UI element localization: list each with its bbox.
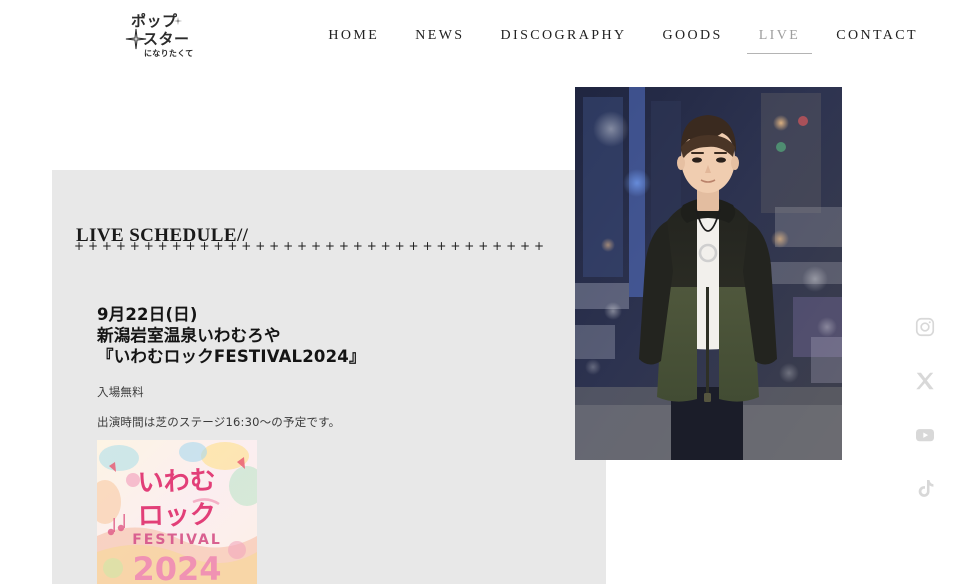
event-name: 『いわむロックFESTIVAL2024』	[97, 347, 366, 366]
event-venue: 新潟岩室温泉いわむろや	[97, 326, 281, 345]
plus-glyph: +	[115, 239, 126, 253]
plus-glyph: +	[157, 239, 168, 253]
svg-text:ロック: ロック	[138, 500, 217, 531]
nav-item-live[interactable]: LIVE	[741, 28, 818, 54]
plus-glyph: +	[464, 239, 475, 253]
plus-glyph: +	[297, 239, 308, 253]
youtube-icon[interactable]	[914, 424, 936, 446]
nav-item-news[interactable]: NEWS	[397, 28, 482, 54]
plus-glyph: +	[436, 239, 447, 253]
plus-glyph: +	[506, 239, 517, 253]
plus-glyph: +	[269, 239, 280, 253]
plus-glyph: +	[366, 239, 377, 253]
plus-glyph: +	[478, 239, 489, 253]
plus-glyph: +	[87, 239, 98, 253]
plus-glyph: +	[324, 239, 335, 253]
plus-glyph: +	[129, 239, 140, 253]
plus-glyph: +	[255, 239, 266, 253]
plus-glyph: +	[74, 239, 85, 253]
site-header: ポップ スター になりたくて HOME NEWS DISCOGRAPHY GOO…	[0, 0, 960, 80]
page-root: ポップ スター になりたくて HOME NEWS DISCOGRAPHY GOO…	[0, 0, 960, 584]
plus-glyph: +	[143, 239, 154, 253]
nav-item-contact[interactable]: CONTACT	[818, 28, 936, 54]
plus-glyph: +	[520, 239, 531, 253]
plus-glyph: +	[408, 239, 419, 253]
svg-text:FESTIVAL: FESTIVAL	[132, 532, 222, 548]
tiktok-icon[interactable]	[914, 478, 936, 500]
logo-text-line1: ポップ	[131, 12, 178, 30]
plus-glyph: +	[450, 239, 461, 253]
x-twitter-icon[interactable]	[914, 370, 936, 392]
plus-divider: + + + + + + + + + + + + + + + + + + + + + + + + + + + + + + + + + +	[74, 240, 544, 252]
event-poster-image[interactable]: いわむ ロック FESTIVAL 2024	[97, 440, 257, 584]
plus-glyph: +	[283, 239, 294, 253]
plus-glyph: +	[185, 239, 196, 253]
nav-item-home[interactable]: HOME	[310, 28, 397, 54]
artist-photo	[575, 87, 842, 460]
poster-artwork: いわむ ロック FESTIVAL 2024	[97, 440, 257, 584]
main-navigation: HOME NEWS DISCOGRAPHY GOODS LIVE CONTACT	[310, 28, 936, 54]
plus-glyph: +	[352, 239, 363, 253]
plus-glyph: +	[533, 239, 544, 253]
plus-glyph: +	[241, 239, 252, 253]
plus-glyph: +	[310, 239, 321, 253]
plus-glyph: +	[422, 239, 433, 253]
plus-glyph: +	[171, 239, 182, 253]
plus-glyph: +	[338, 239, 349, 253]
plus-glyph: +	[199, 239, 210, 253]
site-logo[interactable]: ポップ スター になりたくて	[113, 14, 199, 66]
svg-text:いわむ: いわむ	[137, 466, 216, 499]
event-date: 9月22日(日)	[97, 305, 198, 324]
plus-glyph: +	[394, 239, 405, 253]
artist-photo-illustration	[575, 87, 842, 460]
social-links	[908, 316, 942, 500]
logo-text-line2: スター	[143, 30, 190, 48]
event-time-note: 出演時間は芝のステージ16:30〜の予定です。	[97, 415, 341, 429]
nav-item-goods[interactable]: GOODS	[644, 28, 740, 54]
plus-glyph: +	[101, 239, 112, 253]
instagram-icon[interactable]	[914, 316, 936, 338]
event-title: 9月22日(日) 新潟岩室温泉いわむろや 『いわむロックFESTIVAL2024…	[97, 304, 577, 367]
logo-text-line3: になりたくて	[144, 49, 194, 58]
plus-glyph: +	[227, 239, 238, 253]
plus-glyph: +	[213, 239, 224, 253]
plus-glyph: +	[492, 239, 503, 253]
nav-item-discography[interactable]: DISCOGRAPHY	[483, 28, 645, 54]
event-entry: 9月22日(日) 新潟岩室温泉いわむろや 『いわむロックFESTIVAL2024…	[97, 304, 577, 431]
event-admission: 入場無料	[97, 385, 144, 399]
plus-glyph: +	[380, 239, 391, 253]
svg-text:2024: 2024	[132, 550, 221, 584]
